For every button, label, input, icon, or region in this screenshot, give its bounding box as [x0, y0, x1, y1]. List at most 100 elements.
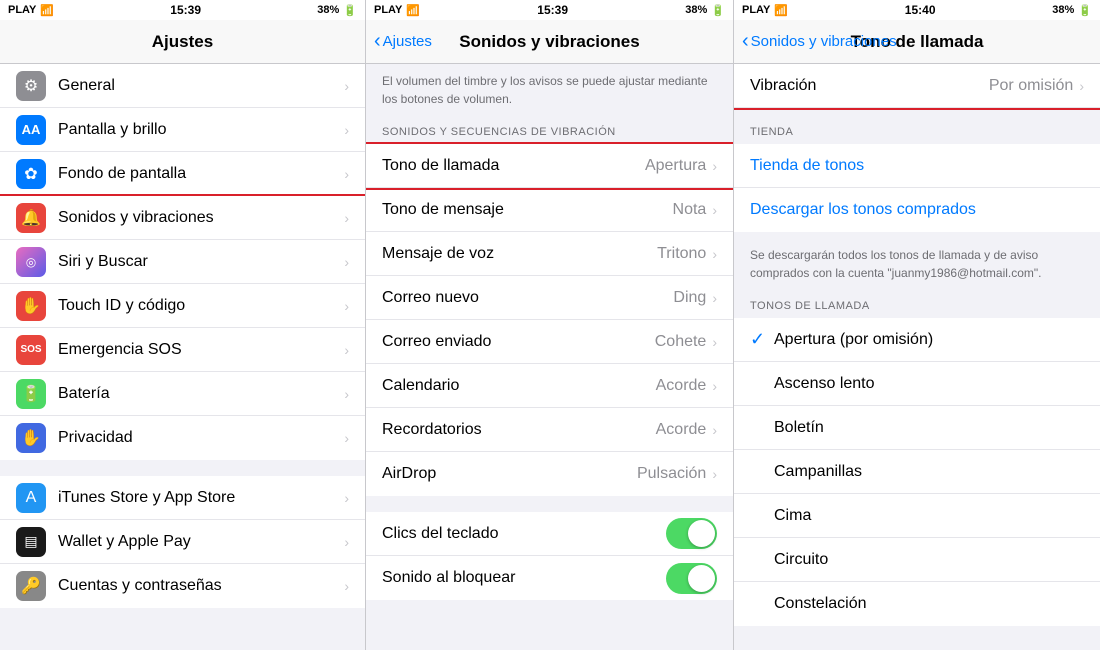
itunes-icon: A [16, 483, 46, 513]
section-header-label: SONIDOS Y SECUENCIAS DE VIBRACIÓN [382, 126, 616, 138]
sound-item-calendario[interactable]: Calendario Acorde › [366, 364, 733, 408]
status-left-3: PLAY 📶 [742, 4, 788, 17]
tone-item-constelacion[interactable]: Constelación [734, 582, 1100, 626]
touchid-icon: ✋ [16, 291, 46, 321]
constelacion-label: Constelación [774, 595, 1084, 613]
settings-item-wallet[interactable]: ▤ Wallet y Apple Pay › [0, 520, 365, 564]
settings-section-main: ⚙ General › AA Pantalla y brillo › ✿ Fon… [0, 64, 365, 460]
correo-nuevo-value: Ding [673, 289, 706, 307]
pantalla-label: Pantalla y brillo [58, 121, 344, 139]
bateria-icon: 🔋 [16, 379, 46, 409]
bateria-label: Batería [58, 385, 344, 403]
sonidos-label: Sonidos y vibraciones [58, 209, 344, 227]
mensaje-voz-value: Tritono [657, 245, 706, 263]
tone-item-cima[interactable]: Cima [734, 494, 1100, 538]
status-bar-3: PLAY 📶 15:40 38% 🔋 [734, 0, 1100, 20]
settings-item-privacidad[interactable]: ✋ Privacidad › [0, 416, 365, 460]
panel-tono-llamada: PLAY 📶 15:40 38% 🔋 ‹ Sonidos y vibracion… [734, 0, 1100, 650]
wifi-icon-3: 📶 [774, 4, 788, 17]
tienda-links-section: Tienda de tonos Descargar los tonos comp… [734, 144, 1100, 232]
tone-item-boletin[interactable]: Boletín [734, 406, 1100, 450]
airdrop-chevron: › [712, 466, 717, 482]
settings-item-fondo[interactable]: ✿ Fondo de pantalla › [0, 152, 365, 196]
settings-list-1: ⚙ General › AA Pantalla y brillo › ✿ Fon… [0, 64, 365, 650]
sonidos-icon: 🔔 [16, 203, 46, 233]
emergencia-icon: SOS [16, 335, 46, 365]
correo-enviado-value: Cohete [655, 333, 707, 351]
back-button-2[interactable]: ‹ Ajustes [374, 33, 432, 51]
descargar-tonos-link[interactable]: Descargar los tonos comprados [734, 188, 1100, 232]
sonidos-chevron: › [344, 210, 349, 226]
tienda-tonos-link[interactable]: Tienda de tonos [734, 144, 1100, 188]
correo-nuevo-chevron: › [712, 290, 717, 306]
battery-pct-3: 38% [1052, 4, 1074, 16]
tono-llamada-list: Vibración Por omisión › TIENDA Tienda de… [734, 64, 1100, 650]
airdrop-label: AirDrop [382, 465, 637, 483]
wifi-icon-1: 📶 [40, 4, 54, 17]
battery-icon-2: 🔋 [711, 4, 725, 17]
settings-item-emergencia[interactable]: SOS Emergencia SOS › [0, 328, 365, 372]
download-note-text: Se descargarán todos los tonos de llamad… [750, 248, 1042, 280]
nav-header-1: Ajustes [0, 20, 365, 64]
recordatorios-value: Acorde [656, 421, 707, 439]
settings-item-touchid[interactable]: ✋ Touch ID y código › [0, 284, 365, 328]
settings-item-cuentas[interactable]: 🔑 Cuentas y contraseñas › [0, 564, 365, 608]
bateria-chevron: › [344, 386, 349, 402]
boletin-label: Boletín [774, 419, 1084, 437]
status-left-2: PLAY 📶 [374, 4, 420, 17]
recordatorios-chevron: › [712, 422, 717, 438]
sound-item-tono-mensaje[interactable]: Tono de mensaje Nota › [366, 188, 733, 232]
tone-item-ascenso[interactable]: Ascenso lento [734, 362, 1100, 406]
touchid-label: Touch ID y código [58, 297, 344, 315]
sound-item-mensaje-voz[interactable]: Mensaje de voz Tritono › [366, 232, 733, 276]
sonidos-list: El volumen del timbre y los avisos se pu… [366, 64, 733, 650]
tone-item-circuito[interactable]: Circuito [734, 538, 1100, 582]
back-label-2: Ajustes [383, 33, 432, 50]
settings-item-siri[interactable]: ◎ Siri y Buscar › [0, 240, 365, 284]
pantalla-icon: AA [16, 115, 46, 145]
apertura-check: ✓ [750, 329, 774, 350]
tono-llamada-chevron: › [712, 158, 717, 174]
wallet-label: Wallet y Apple Pay [58, 533, 344, 551]
sound-item-correo-enviado[interactable]: Correo enviado Cohete › [366, 320, 733, 364]
back-button-3[interactable]: ‹ Sonidos y vibraciones [742, 33, 897, 51]
wifi-icon-2: 📶 [406, 4, 420, 17]
clics-teclado-toggle[interactable] [666, 518, 717, 549]
sound-item-airdrop[interactable]: AirDrop Pulsación › [366, 452, 733, 496]
vibracion-item[interactable]: Vibración Por omisión › [734, 64, 1100, 108]
status-bar-1: PLAY 📶 15:39 38% 🔋 [0, 0, 365, 20]
emergencia-chevron: › [344, 342, 349, 358]
status-left-1: PLAY 📶 [8, 4, 54, 17]
tone-item-campanillas[interactable]: Campanillas [734, 450, 1100, 494]
toggle-sonido-bloquear[interactable]: Sonido al bloquear [366, 556, 733, 600]
page-title-1: Ajustes [152, 32, 213, 52]
itunes-label: iTunes Store y App Store [58, 489, 344, 507]
fondo-chevron: › [344, 166, 349, 182]
settings-item-general[interactable]: ⚙ General › [0, 64, 365, 108]
settings-item-itunes[interactable]: A iTunes Store y App Store › [0, 476, 365, 520]
tone-item-apertura[interactable]: ✓ Apertura (por omisión) [734, 318, 1100, 362]
carrier-2: PLAY [374, 4, 402, 16]
battery-icon-1: 🔋 [343, 4, 357, 17]
time-2: 15:39 [537, 3, 568, 17]
settings-item-pantalla[interactable]: AA Pantalla y brillo › [0, 108, 365, 152]
settings-item-sonidos[interactable]: 🔔 Sonidos y vibraciones › [0, 196, 365, 240]
cima-label: Cima [774, 507, 1084, 525]
status-right-1: 38% 🔋 [317, 4, 357, 17]
settings-item-bateria[interactable]: 🔋 Batería › [0, 372, 365, 416]
airdrop-value: Pulsación [637, 465, 706, 483]
sound-item-tono-llamada[interactable]: Tono de llamada Apertura › [366, 144, 733, 188]
tienda-header-label: TIENDA [750, 126, 793, 138]
tienda-tonos-label: Tienda de tonos [750, 157, 864, 175]
tonos-header-label: TONOS DE LLAMADA [750, 300, 870, 312]
sound-item-correo-nuevo[interactable]: Correo nuevo Ding › [366, 276, 733, 320]
sonido-bloquear-toggle[interactable] [666, 563, 717, 594]
general-icon: ⚙ [16, 71, 46, 101]
sound-item-recordatorios[interactable]: Recordatorios Acorde › [366, 408, 733, 452]
apertura-label: Apertura (por omisión) [774, 331, 1084, 349]
toggle-clics-teclado[interactable]: Clics del teclado [366, 512, 733, 556]
vibracion-section: Vibración Por omisión › [734, 64, 1100, 108]
wallet-chevron: › [344, 534, 349, 550]
vibracion-chevron: › [1079, 78, 1084, 94]
touchid-chevron: › [344, 298, 349, 314]
